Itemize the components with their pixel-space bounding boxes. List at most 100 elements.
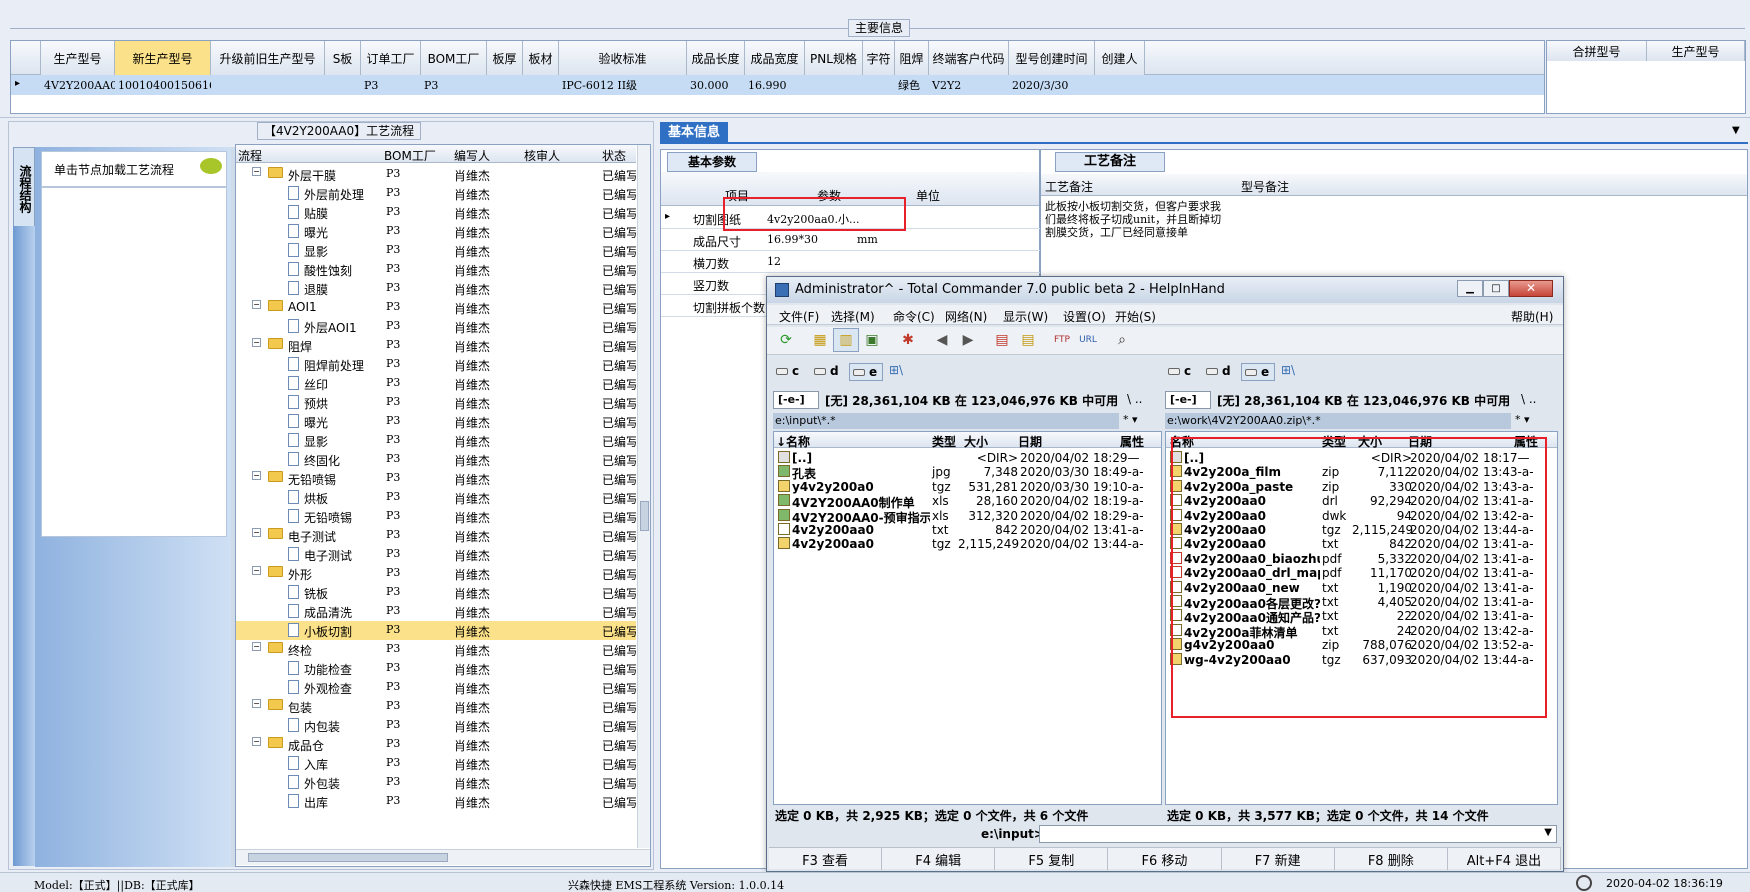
unpack-icon[interactable]: ▤ (1015, 328, 1041, 352)
model-col-9[interactable]: 成品长度 (687, 41, 745, 75)
fkey-button-0[interactable]: F3 查看 (769, 848, 883, 870)
tree-group-row[interactable]: − 阻焊 P3 肖维杰 已编写 (236, 336, 636, 355)
close-button[interactable]: ✕ (1509, 280, 1553, 297)
flow-col-4[interactable]: 状态 (602, 147, 626, 164)
left-col-1[interactable]: 类型 (932, 433, 956, 450)
model-col-5[interactable]: BOM工厂 (421, 41, 487, 75)
tree-step-row[interactable]: 贴膜 P3 肖维杰 已编写 (236, 203, 636, 222)
collapse-icon[interactable]: − (252, 642, 261, 651)
collapse-icon[interactable]: − (252, 566, 261, 575)
tree-group-row[interactable]: − 成品仓 P3 肖维杰 已编写 (236, 735, 636, 754)
merge-col-1[interactable]: 生产型号 (1647, 41, 1745, 61)
drive-button-d[interactable]: d (811, 363, 845, 381)
model-cell-5[interactable]: P3 (421, 75, 487, 95)
full-view-icon[interactable]: ▥ (833, 328, 859, 352)
collapse-icon[interactable]: − (252, 471, 261, 480)
collapse-icon[interactable]: − (252, 300, 261, 309)
model-cell-9[interactable]: 30.000 (687, 75, 745, 95)
cmd-dropdown-icon[interactable]: ▼ (1544, 827, 1552, 838)
back-icon[interactable]: ◀ (929, 328, 955, 352)
model-cell-8[interactable]: IPC-6012 II级 (559, 75, 687, 95)
model-cell-0[interactable]: 4V2Y200AA0 (41, 75, 115, 95)
load-hint-box[interactable]: 单击节点加载工艺流程 (41, 151, 227, 187)
param-value[interactable]: 16.99*30 (767, 233, 818, 246)
left-col-3[interactable]: 日期 (1018, 433, 1042, 450)
model-col-11[interactable]: PNL规格 (805, 41, 863, 75)
model-col-0[interactable]: 生产型号 (41, 41, 115, 75)
tree-step-row[interactable]: 阻焊前处理 P3 肖维杰 已编写 (236, 355, 636, 374)
pack-icon[interactable]: ▤ (989, 328, 1015, 352)
ftp-icon[interactable]: FTP (1049, 328, 1075, 352)
fkey-button-1[interactable]: F4 编辑 (882, 848, 996, 870)
tree-step-row[interactable]: 小板切割 P3 肖维杰 已编写 (236, 621, 636, 640)
flow-col-0[interactable]: 流程 (238, 147, 262, 164)
model-col-13[interactable]: 阻焊 (895, 41, 929, 75)
left-col-0[interactable]: ↓名称 (776, 433, 810, 450)
tree-step-row[interactable]: 显影 P3 肖维杰 已编写 (236, 431, 636, 450)
model-cell-13[interactable]: 绿色 (895, 75, 929, 95)
left-root-button[interactable]: \ .. (1127, 392, 1143, 406)
tree-group-row[interactable]: − 外层干膜 P3 肖维杰 已编写 (236, 165, 636, 184)
param-row[interactable]: 横刀数 12 (661, 251, 1041, 273)
right-path-bar[interactable]: e:\work\4V2Y200AA0.zip\*.* (1165, 413, 1511, 429)
params-col-unit[interactable]: 单位 (916, 187, 940, 204)
remark-col-1[interactable]: 型号备注 (1241, 178, 1289, 195)
tree-step-row[interactable]: 无铅喷锡 P3 肖维杰 已编写 (236, 507, 636, 526)
tree-step-row[interactable]: 成品清洗 P3 肖维杰 已编写 (236, 602, 636, 621)
network-icon[interactable]: ⊞\ (1281, 363, 1295, 377)
flow-vscroll[interactable] (637, 145, 650, 848)
flow-col-1[interactable]: BOM工厂 (384, 147, 436, 164)
tree-group-row[interactable]: − 电子测试 P3 肖维杰 已编写 (236, 526, 636, 545)
merge-col-0[interactable]: 合拼型号 (1547, 41, 1647, 61)
collapse-icon[interactable]: − (252, 699, 261, 708)
menu-help[interactable]: 帮助(H) (1511, 308, 1553, 325)
tree-step-row[interactable]: 入库 P3 肖维杰 已编写 (236, 754, 636, 773)
thumbnail-view-icon[interactable]: ▣ (859, 328, 885, 352)
menu-item-6[interactable]: 开始(S) (1115, 308, 1156, 325)
tree-step-row[interactable]: 电子测试 P3 肖维杰 已编写 (236, 545, 636, 564)
tree-step-row[interactable]: 预烘 P3 肖维杰 已编写 (236, 393, 636, 412)
fkey-button-5[interactable]: F8 删除 (1335, 848, 1448, 870)
menu-item-0[interactable]: 文件(F) (779, 308, 819, 325)
param-row[interactable]: 成品尺寸 16.99*30 mm (661, 229, 1041, 251)
model-col-1[interactable]: 新生产型号 (115, 41, 211, 75)
model-col-16[interactable]: 创建人 (1095, 41, 1145, 75)
hscroll-thumb[interactable] (248, 853, 448, 862)
left-filter[interactable]: * ▾ (1123, 413, 1138, 426)
flow-col-3[interactable]: 核审人 (524, 147, 560, 164)
select-files-icon[interactable]: ✱ (895, 328, 921, 352)
model-col-7[interactable]: 板材 (523, 41, 559, 75)
tree-step-row[interactable]: 曝光 P3 肖维杰 已编写 (236, 412, 636, 431)
right-drive-combo[interactable]: [-e-] (1165, 391, 1211, 409)
flow-hscroll[interactable] (236, 849, 650, 865)
tc-titlebar[interactable]: Administrator^ - Total Commander 7.0 pub… (767, 277, 1563, 303)
model-cell-14[interactable]: V2Y2 (929, 75, 1009, 95)
drive-button-d[interactable]: d (1203, 363, 1237, 381)
tree-step-row[interactable]: 外包装 P3 肖维杰 已编写 (236, 773, 636, 792)
tree-group-row[interactable]: − 外形 P3 肖维杰 已编写 (236, 564, 636, 583)
model-col-3[interactable]: S板 (325, 41, 361, 75)
tree-group-row[interactable]: − AOI1 P3 肖维杰 已编写 (236, 298, 636, 317)
left-path-bar[interactable]: e:\input\*.* (773, 413, 1119, 429)
model-cell-4[interactable]: P3 (361, 75, 421, 95)
file-row[interactable]: 4v2y200aa0 tgz 2,115,249 2020/04/02 13:44-a… (774, 536, 1161, 552)
network-icon[interactable]: ⊞\ (889, 363, 903, 377)
model-grid-row[interactable]: ▸ 4V2Y200AA0 10010400150616 P3 P3 IPC-6012 II… (11, 75, 1544, 95)
tree-step-row[interactable]: 铣板 P3 肖维杰 已编写 (236, 583, 636, 602)
cmd-input[interactable]: ▼ (1039, 825, 1557, 843)
collapse-icon[interactable]: − (252, 737, 261, 746)
menu-item-5[interactable]: 设置(O) (1063, 308, 1106, 325)
tree-group-row[interactable]: − 包装 P3 肖维杰 已编写 (236, 697, 636, 716)
model-cell-1[interactable]: 10010400150616 (115, 75, 211, 95)
vscroll-thumb[interactable] (640, 501, 649, 531)
flow-col-2[interactable]: 编写人 (454, 147, 490, 164)
tree-step-row[interactable]: 内包装 P3 肖维杰 已编写 (236, 716, 636, 735)
maximize-button[interactable]: □ (1483, 280, 1509, 297)
model-col-4[interactable]: 订单工厂 (361, 41, 421, 75)
tree-step-row[interactable]: 外观检查 P3 肖维杰 已编写 (236, 678, 636, 697)
tree-step-row[interactable]: 功能检查 P3 肖维杰 已编写 (236, 659, 636, 678)
fkey-button-4[interactable]: F7 新建 (1222, 848, 1335, 870)
right-filter[interactable]: * ▾ (1515, 413, 1530, 426)
model-col-2[interactable]: 升级前旧生产型号 (211, 41, 325, 75)
model-col-15[interactable]: 型号创建时间 (1009, 41, 1095, 75)
